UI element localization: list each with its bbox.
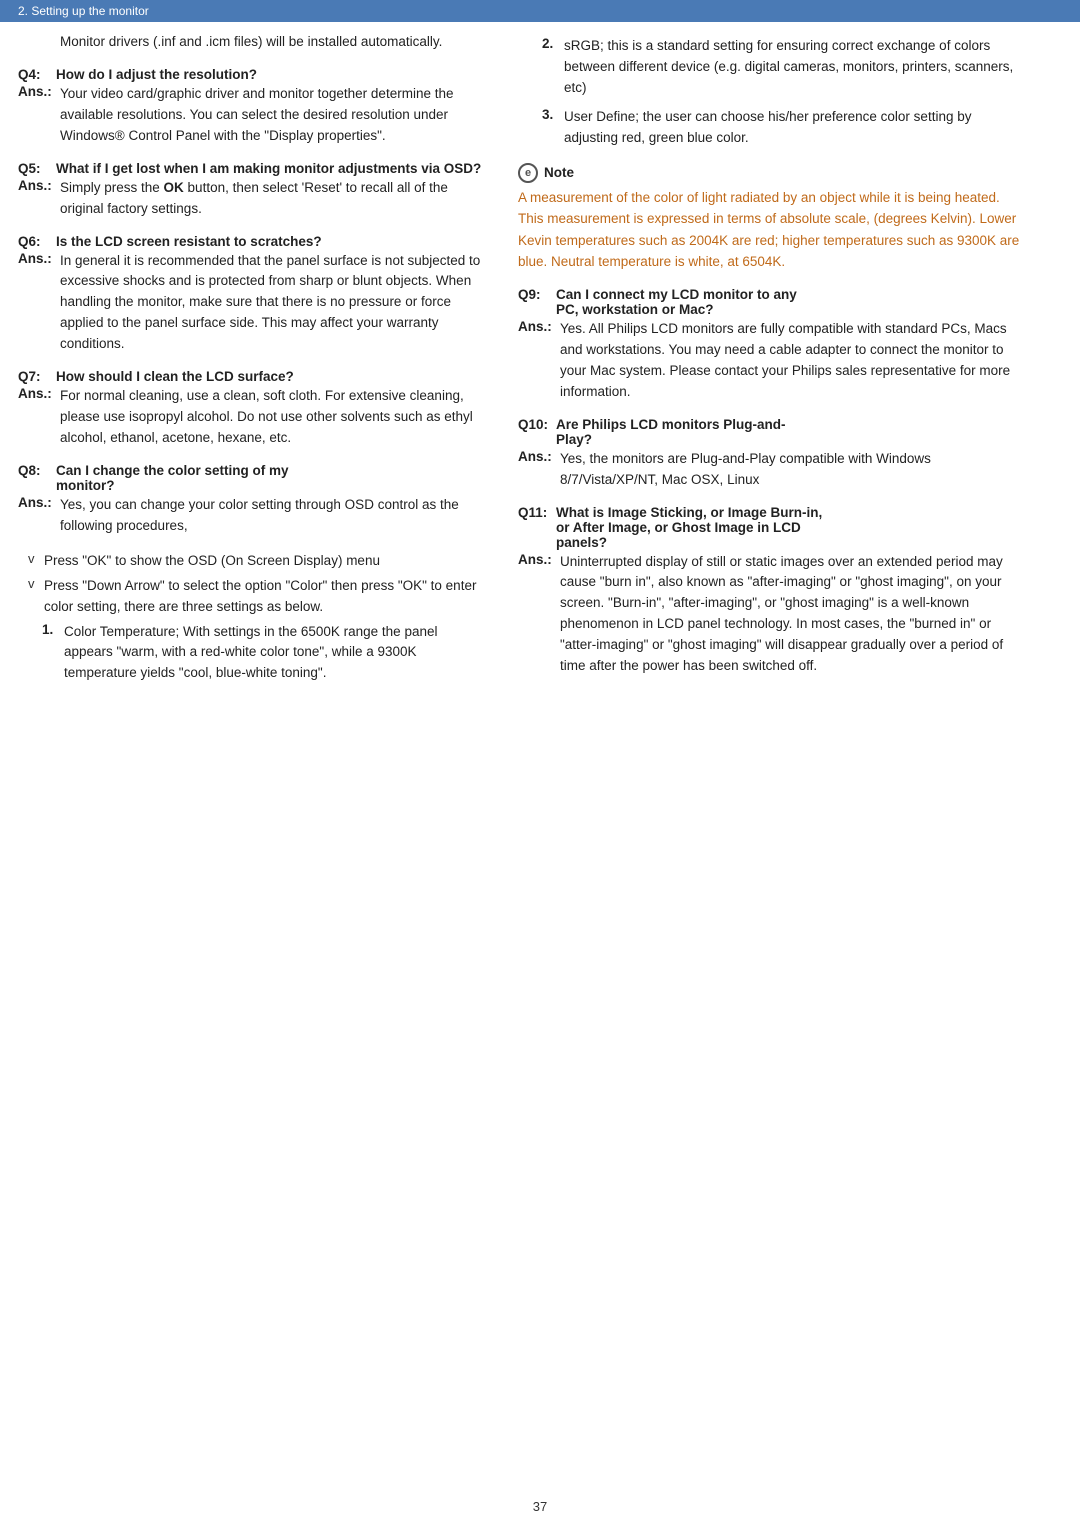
numbered-list-right: 2. sRGB; this is a standard setting for … bbox=[518, 36, 1028, 149]
numbered-list-left: 1. Color Temperature; With settings in t… bbox=[18, 622, 488, 685]
q8-answer: Ans.: Yes, you can change your color set… bbox=[18, 495, 488, 537]
col-left: Monitor drivers (.inf and .icm files) wi… bbox=[18, 32, 488, 1459]
qa-block-q10: Q10: Are Philips LCD monitors Plug-and-P… bbox=[518, 417, 1028, 491]
numbered-item-3: 3. User Define; the user can choose his/… bbox=[542, 107, 1028, 149]
q7-question: Q7: How should I clean the LCD surface? bbox=[18, 369, 488, 384]
header-bar: 2. Setting up the monitor bbox=[0, 0, 1080, 22]
q4-answer: Ans.: Your video card/graphic driver and… bbox=[18, 84, 488, 147]
page-number: 37 bbox=[0, 1489, 1080, 1532]
bullet-v2: v Press "Down Arrow" to select the optio… bbox=[18, 576, 488, 618]
q9-question: Q9: Can I connect my LCD monitor to anyP… bbox=[518, 287, 1028, 317]
q5-question: Q5: What if I get lost when I am making … bbox=[18, 161, 488, 176]
qa-block-q4: Q4: How do I adjust the resolution? Ans.… bbox=[18, 67, 488, 147]
q11-question: Q11: What is Image Sticking, or Image Bu… bbox=[518, 505, 1028, 550]
q8-question: Q8: Can I change the color setting of my… bbox=[18, 463, 488, 493]
q7-answer: Ans.: For normal cleaning, use a clean, … bbox=[18, 386, 488, 449]
note-content: A measurement of the color of light radi… bbox=[518, 187, 1028, 273]
two-col-layout: Monitor drivers (.inf and .icm files) wi… bbox=[0, 32, 1080, 1489]
numbered-item-1: 1. Color Temperature; With settings in t… bbox=[42, 622, 488, 685]
q10-question: Q10: Are Philips LCD monitors Plug-and-P… bbox=[518, 417, 1028, 447]
qa-block-q7: Q7: How should I clean the LCD surface? … bbox=[18, 369, 488, 449]
q9-answer: Ans.: Yes. All Philips LCD monitors are … bbox=[518, 319, 1028, 403]
qa-block-q11: Q11: What is Image Sticking, or Image Bu… bbox=[518, 505, 1028, 678]
q10-answer: Ans.: Yes, the monitors are Plug-and-Pla… bbox=[518, 449, 1028, 491]
q6-answer: Ans.: In general it is recommended that … bbox=[18, 251, 488, 356]
intro-text: Monitor drivers (.inf and .icm files) wi… bbox=[18, 32, 488, 53]
qa-block-q9: Q9: Can I connect my LCD monitor to anyP… bbox=[518, 287, 1028, 403]
q5-answer: Ans.: Simply press the OK button, then s… bbox=[18, 178, 488, 220]
q6-question: Q6: Is the LCD screen resistant to scrat… bbox=[18, 234, 488, 249]
qa-block-q8: Q8: Can I change the color setting of my… bbox=[18, 463, 488, 537]
header-label: 2. Setting up the monitor bbox=[18, 4, 149, 18]
q11-answer: Ans.: Uninterrupted display of still or … bbox=[518, 552, 1028, 678]
qa-block-q5: Q5: What if I get lost when I am making … bbox=[18, 161, 488, 220]
note-icon: e bbox=[518, 163, 538, 183]
page-container: 2. Setting up the monitor Monitor driver… bbox=[0, 0, 1080, 1532]
note-box: e Note A measurement of the color of lig… bbox=[518, 163, 1028, 273]
qa-block-q6: Q6: Is the LCD screen resistant to scrat… bbox=[18, 234, 488, 356]
col-right: 2. sRGB; this is a standard setting for … bbox=[518, 32, 1028, 1459]
q4-question: Q4: How do I adjust the resolution? bbox=[18, 67, 488, 82]
numbered-item-2: 2. sRGB; this is a standard setting for … bbox=[542, 36, 1028, 99]
bullet-v1: v Press "OK" to show the OSD (On Screen … bbox=[18, 551, 488, 572]
note-header: e Note bbox=[518, 163, 1028, 183]
